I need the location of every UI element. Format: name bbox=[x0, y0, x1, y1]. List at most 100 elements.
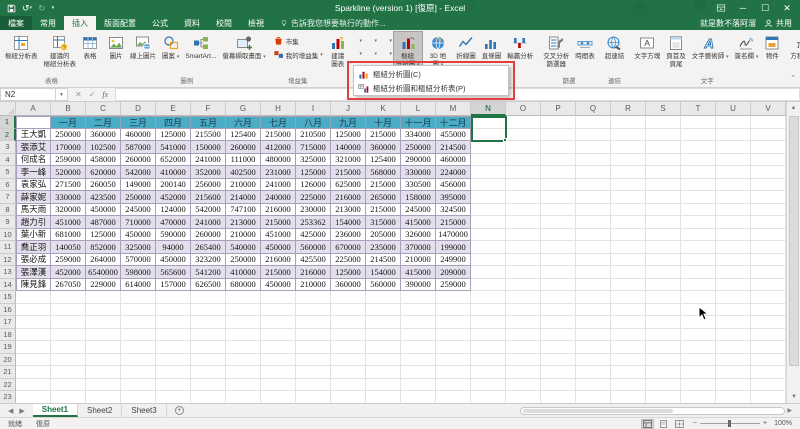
cell-K22[interactable] bbox=[366, 379, 401, 392]
page-layout-view-icon[interactable] bbox=[657, 419, 670, 429]
cell-P19[interactable] bbox=[541, 341, 576, 354]
name-box-dropdown-icon[interactable]: ▼ bbox=[56, 88, 68, 101]
cell-V3[interactable] bbox=[751, 141, 786, 154]
cell-U7[interactable] bbox=[716, 191, 751, 204]
column-header-D[interactable]: D bbox=[121, 102, 156, 116]
value-cell[interactable]: 140000 bbox=[331, 141, 366, 154]
cell-Q17[interactable] bbox=[576, 316, 611, 329]
customize-qat-icon[interactable]: ▾ bbox=[52, 3, 55, 13]
cell-H15[interactable] bbox=[261, 291, 296, 304]
cell-B16[interactable] bbox=[51, 304, 86, 317]
value-cell[interactable]: 456000 bbox=[436, 179, 471, 192]
value-cell[interactable]: 540000 bbox=[226, 241, 261, 254]
cell-O11[interactable] bbox=[506, 241, 541, 254]
cell-T21[interactable] bbox=[681, 366, 716, 379]
row-header-14[interactable]: 14 bbox=[0, 279, 16, 292]
month-header-cell[interactable]: 十一月 bbox=[401, 116, 436, 129]
value-cell[interactable]: 681000 bbox=[51, 229, 86, 242]
cell-P6[interactable] bbox=[541, 179, 576, 192]
sheet-tab-Sheet3[interactable]: Sheet3 bbox=[122, 404, 166, 417]
cell-G21[interactable] bbox=[226, 366, 261, 379]
value-cell[interactable]: 415000 bbox=[401, 266, 436, 279]
cell-P17[interactable] bbox=[541, 316, 576, 329]
cell-P4[interactable] bbox=[541, 154, 576, 167]
recommended-charts-button[interactable]: ?建議圖表 bbox=[327, 31, 349, 77]
cell-G19[interactable] bbox=[226, 341, 261, 354]
cell-P18[interactable] bbox=[541, 329, 576, 342]
select-all-corner[interactable] bbox=[0, 102, 16, 116]
cell-R8[interactable] bbox=[611, 204, 646, 217]
value-cell[interactable]: 149000 bbox=[121, 179, 156, 192]
cell-C17[interactable] bbox=[86, 316, 121, 329]
cell-S1[interactable] bbox=[646, 116, 681, 129]
cell-U16[interactable] bbox=[716, 304, 751, 317]
cell-U17[interactable] bbox=[716, 316, 751, 329]
value-cell[interactable]: 450000 bbox=[86, 204, 121, 217]
cell-O3[interactable] bbox=[506, 141, 541, 154]
cell-V5[interactable] bbox=[751, 166, 786, 179]
cell-F19[interactable] bbox=[191, 341, 226, 354]
cell-S23[interactable] bbox=[646, 391, 681, 403]
cell-M20[interactable] bbox=[436, 354, 471, 367]
value-cell[interactable]: 225000 bbox=[296, 191, 331, 204]
value-cell[interactable]: 94000 bbox=[156, 241, 191, 254]
sheet-tab-Sheet2[interactable]: Sheet2 bbox=[78, 404, 122, 417]
column-header-E[interactable]: E bbox=[156, 102, 191, 116]
cell-T15[interactable] bbox=[681, 291, 716, 304]
value-cell[interactable]: 215000 bbox=[331, 166, 366, 179]
cell-T7[interactable] bbox=[681, 191, 716, 204]
cell-E22[interactable] bbox=[156, 379, 191, 392]
value-cell[interactable]: 249900 bbox=[436, 254, 471, 267]
cell-Q9[interactable] bbox=[576, 216, 611, 229]
cell-I22[interactable] bbox=[296, 379, 331, 392]
cell-N12[interactable] bbox=[471, 254, 506, 267]
pivotchart-and-pivottable-item[interactable]: 樞紐分析圖和樞紐分析表(P) bbox=[354, 81, 508, 95]
value-cell[interactable]: 360000 bbox=[331, 279, 366, 292]
name-cell[interactable]: 王大凱 bbox=[16, 129, 51, 142]
value-cell[interactable]: 199000 bbox=[436, 241, 471, 254]
hyperlink-button[interactable]: 超連結 bbox=[602, 31, 628, 77]
cell-N9[interactable] bbox=[471, 216, 506, 229]
cell-R22[interactable] bbox=[611, 379, 646, 392]
value-cell[interactable]: 390000 bbox=[401, 279, 436, 292]
month-header-cell[interactable]: 六月 bbox=[226, 116, 261, 129]
row-header-18[interactable]: 18 bbox=[0, 329, 16, 342]
cell-O4[interactable] bbox=[506, 154, 541, 167]
value-cell[interactable]: 410000 bbox=[156, 166, 191, 179]
cell-H21[interactable] bbox=[261, 366, 296, 379]
cell-Q4[interactable] bbox=[576, 154, 611, 167]
slicer-button[interactable]: 交叉分析篩選器 bbox=[540, 31, 572, 77]
cell-I16[interactable] bbox=[296, 304, 331, 317]
value-cell[interactable]: 215000 bbox=[366, 129, 401, 142]
cell-F18[interactable] bbox=[191, 329, 226, 342]
value-cell[interactable]: 157000 bbox=[156, 279, 191, 292]
cell-H17[interactable] bbox=[261, 316, 296, 329]
cell-G22[interactable] bbox=[226, 379, 261, 392]
cell-B22[interactable] bbox=[51, 379, 86, 392]
timeline-button[interactable]: 時間表 bbox=[572, 31, 598, 77]
name-cell[interactable]: 張澤漢 bbox=[16, 266, 51, 279]
value-cell[interactable]: 487000 bbox=[86, 216, 121, 229]
name-cell[interactable]: 張必成 bbox=[16, 254, 51, 267]
fill-handle[interactable] bbox=[503, 138, 507, 142]
cell-P11[interactable] bbox=[541, 241, 576, 254]
cell-J19[interactable] bbox=[331, 341, 366, 354]
cell-U21[interactable] bbox=[716, 366, 751, 379]
cell-S5[interactable] bbox=[646, 166, 681, 179]
cell-T20[interactable] bbox=[681, 354, 716, 367]
scroll-right-icon[interactable]: ▶ bbox=[787, 407, 792, 414]
cell-O22[interactable] bbox=[506, 379, 541, 392]
scroll-down-icon[interactable]: ▼ bbox=[787, 391, 800, 403]
cell-T17[interactable] bbox=[681, 316, 716, 329]
cell-P20[interactable] bbox=[541, 354, 576, 367]
cell-N8[interactable] bbox=[471, 204, 506, 217]
name-cell[interactable]: 葉小新 bbox=[16, 229, 51, 242]
cell-A17[interactable] bbox=[16, 316, 51, 329]
cell-L20[interactable] bbox=[401, 354, 436, 367]
cell-U12[interactable] bbox=[716, 254, 751, 267]
name-cell[interactable]: 喬正羽 bbox=[16, 241, 51, 254]
column-header-N[interactable]: N bbox=[471, 102, 506, 116]
cell-O16[interactable] bbox=[506, 304, 541, 317]
cell-Q15[interactable] bbox=[576, 291, 611, 304]
month-header-cell[interactable]: 五月 bbox=[191, 116, 226, 129]
